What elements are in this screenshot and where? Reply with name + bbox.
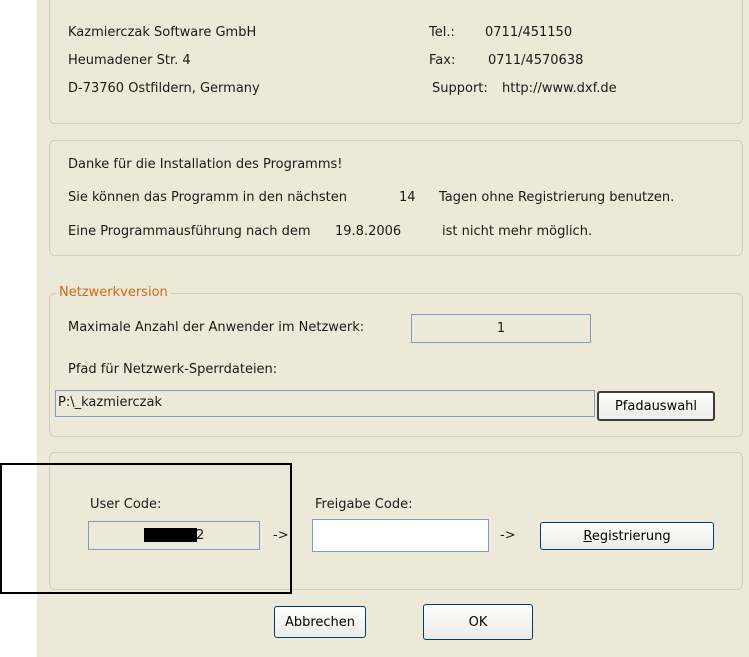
- trial-days-suffix: Tagen ohne Registrierung benutzen.: [439, 190, 675, 205]
- trial-days-prefix: Sie können das Programm in den nächsten: [68, 190, 347, 205]
- max-users-field[interactable]: 1: [411, 314, 591, 343]
- register-button-mnemonic: R: [583, 528, 592, 544]
- company-name: Kazmierczak Software GmbH: [68, 25, 257, 40]
- network-legend: Netzwerkversion: [57, 285, 170, 300]
- expiry-suffix: ist nicht mehr möglich.: [442, 224, 593, 239]
- thanks-text: Danke für die Installation des Programms…: [68, 157, 343, 172]
- trial-days-value: 14: [399, 190, 416, 205]
- path-input[interactable]: P:\_kazmierczak: [55, 390, 595, 417]
- release-code-label: Freigabe Code:: [315, 497, 413, 512]
- path-value: P:\_kazmierczak: [58, 395, 162, 410]
- company-street: Heumadener Str. 4: [68, 53, 191, 68]
- annotation-highlight-box: [0, 463, 292, 594]
- expiry-date: 19.8.2006: [335, 224, 402, 239]
- max-users-label: Maximale Anzahl der Anwender im Netzwerk…: [68, 320, 365, 335]
- register-button[interactable]: Registrierung: [540, 522, 714, 550]
- release-code-input[interactable]: [312, 519, 489, 552]
- support-label: Support:: [432, 81, 488, 96]
- arrow-release-to-register: ->: [500, 528, 516, 543]
- register-button-label: egistrierung: [591, 528, 671, 544]
- tel-label: Tel.:: [429, 25, 455, 40]
- support-url: http://www.dxf.de: [502, 81, 617, 96]
- fax-label: Fax:: [429, 53, 456, 68]
- company-city: D-73760 Ostfildern, Germany: [68, 81, 260, 96]
- expiry-prefix: Eine Programmausführung nach dem: [68, 224, 311, 239]
- path-select-button[interactable]: Pfadauswahl: [597, 391, 715, 421]
- tel-number: 0711/451150: [485, 25, 573, 40]
- ok-button[interactable]: OK: [423, 604, 533, 640]
- path-label: Pfad für Netzwerk-Sperrdateien:: [68, 362, 278, 377]
- cancel-button[interactable]: Abbrechen: [274, 606, 366, 638]
- fax-number: 0711/4570638: [488, 53, 584, 68]
